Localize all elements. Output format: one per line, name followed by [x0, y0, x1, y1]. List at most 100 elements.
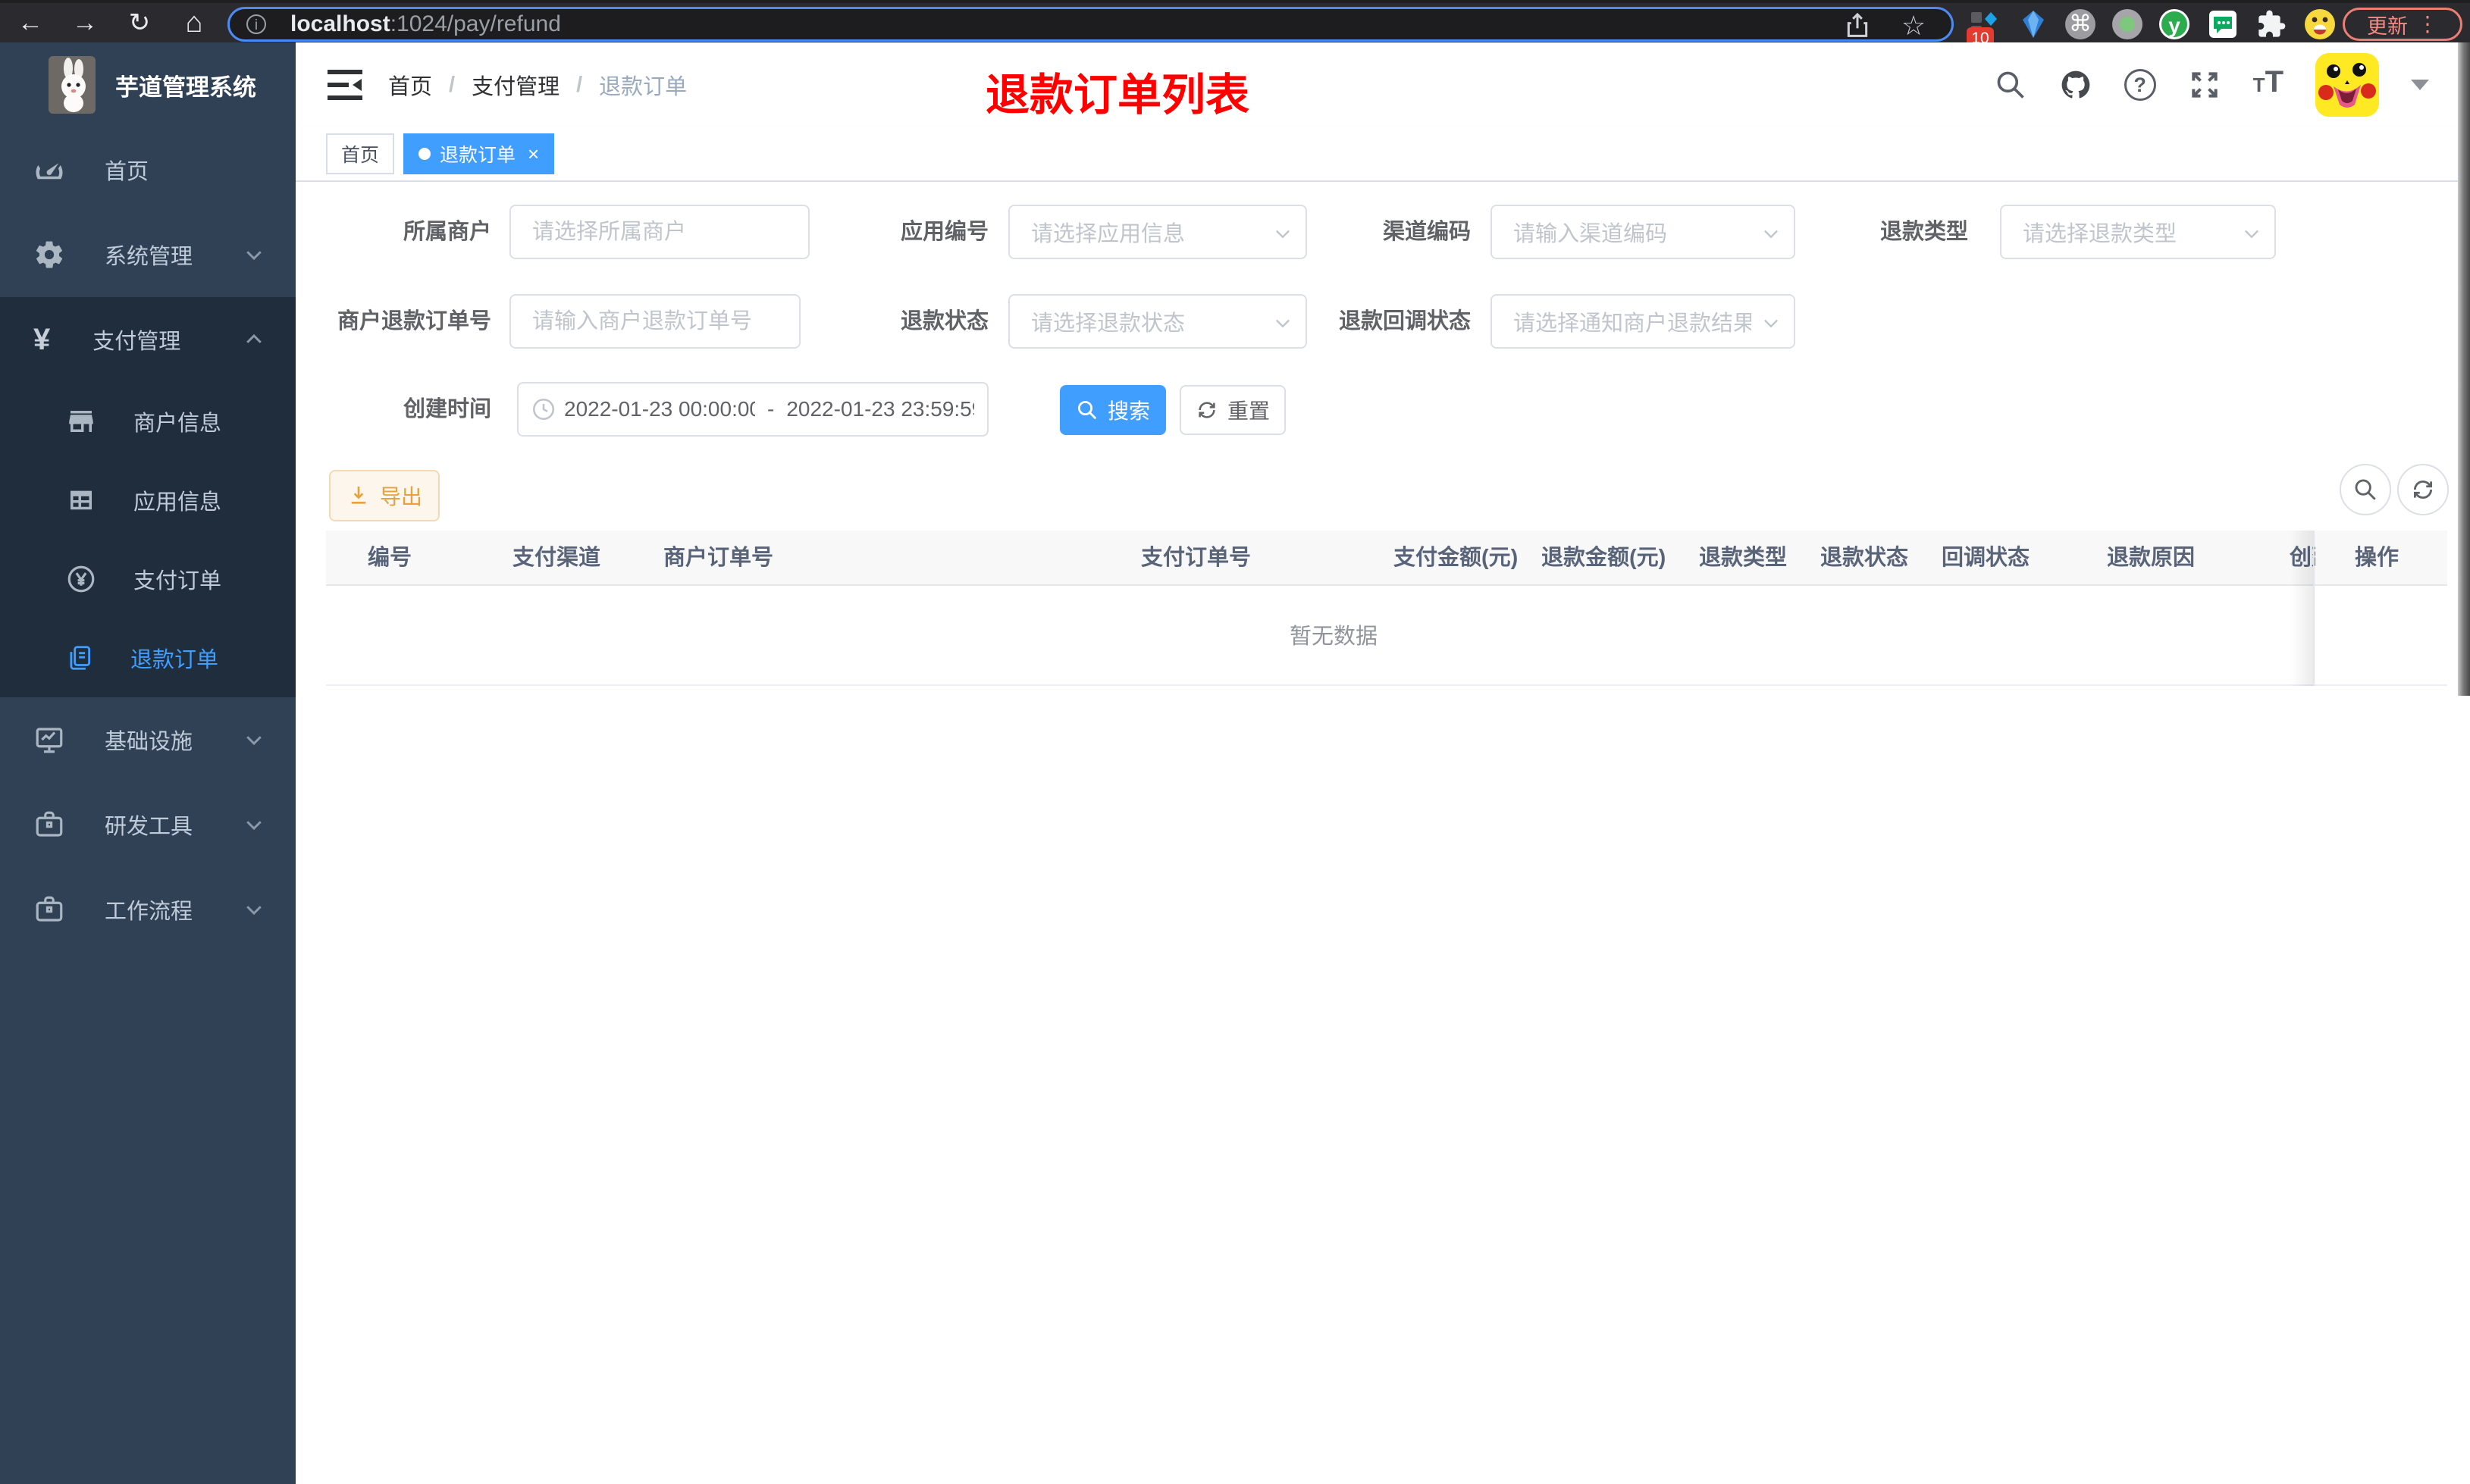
channel-select[interactable]: 请输入渠道编码: [1490, 205, 1795, 259]
profile-emoji-icon[interactable]: [2305, 9, 2335, 39]
sidebar-item-merchant-info[interactable]: 商户信息: [0, 382, 296, 461]
extension-y-icon[interactable]: y: [2159, 9, 2189, 39]
browser-home-button[interactable]: ⌂: [176, 3, 212, 45]
tag-label: 退款订单: [440, 145, 516, 166]
breadcrumb: 首页 / 支付管理 / 退款订单: [388, 42, 687, 127]
breadcrumb-current: 退款订单: [599, 75, 688, 99]
end-date-value: 2022-01-23 23:59:59: [786, 397, 975, 421]
tag-label: 首页: [341, 145, 380, 166]
select-chevron-icon: [1764, 319, 1778, 328]
chevron-down-icon: [246, 251, 262, 261]
extension-chat-icon[interactable]: [2208, 9, 2238, 39]
tag-close-icon[interactable]: ×: [528, 144, 539, 164]
filter-label-channel: 渠道编码: [1382, 220, 1471, 244]
breadcrumb-pay[interactable]: 支付管理: [472, 69, 560, 101]
filter-label-refund-status: 退款状态: [900, 309, 989, 333]
select-chevron-icon: [2245, 230, 2258, 239]
notify-status-select[interactable]: 请选择通知商户退款结果的: [1490, 294, 1795, 349]
documents-icon: [70, 646, 91, 670]
logo-rabbit-image: [49, 56, 96, 114]
help-icon[interactable]: ?: [2124, 69, 2156, 101]
fullscreen-icon[interactable]: [2188, 68, 2221, 102]
create-time-range-picker[interactable]: 2022-01-23 00:00:00 - 2022-01-23 23:59:5…: [517, 382, 989, 437]
column-header-id: 编号: [368, 546, 412, 570]
chevron-down-icon: [246, 821, 262, 831]
table-header: 编号 支付渠道 商户订单号 支付订单号 支付金额(元) 退款金额(元) 退款类型…: [326, 531, 2447, 586]
yen-icon: ¥: [33, 323, 51, 356]
column-header-actions: 操作: [2355, 546, 2399, 570]
sidebar-item-infra[interactable]: 基础设施: [0, 697, 296, 782]
sidebar-item-pay[interactable]: ¥ 支付管理: [0, 297, 296, 382]
browser-forward-button[interactable]: →: [67, 3, 103, 45]
page-title: 退款订单列表: [986, 70, 1250, 120]
extension-dot-icon[interactable]: [2112, 9, 2142, 39]
merchant-input[interactable]: [509, 205, 810, 259]
sidebar-item-label: 研发工具: [105, 815, 193, 839]
sidebar-item-dev-tools[interactable]: 研发工具: [0, 782, 296, 867]
refresh-table-button[interactable]: [2397, 464, 2449, 515]
dashboard-icon: [36, 163, 63, 180]
sidebar-item-label: 退款订单: [130, 648, 219, 672]
extension-tampermonkey-icon[interactable]: 10: [1967, 9, 2000, 50]
extensions-puzzle-icon[interactable]: [2256, 9, 2287, 39]
window-edge-scrollbar[interactable]: [2458, 42, 2470, 696]
avatar[interactable]: [2315, 53, 2379, 117]
bookmark-star-icon[interactable]: ☆: [1898, 11, 1929, 41]
sidebar-item-label: 基础设施: [105, 730, 193, 754]
search-icon[interactable]: [1994, 68, 2027, 102]
column-header-pay-amount: 支付金额(元): [1393, 546, 1519, 570]
sidebar-item-workflow[interactable]: 工作流程: [0, 867, 296, 952]
extension-command-icon[interactable]: ⌘: [2065, 9, 2095, 39]
tag-refund-order[interactable]: 退款订单 ×: [403, 133, 555, 174]
sidebar-item-home[interactable]: 首页: [0, 127, 296, 212]
share-icon[interactable]: [1842, 11, 1873, 41]
filter-label-create-time: 创建时间: [403, 397, 491, 421]
sidebar-item-system[interactable]: 系统管理: [0, 212, 296, 297]
sidebar-section-pay: ¥ 支付管理 商户信息 应用信息 支付订单 退款订单: [0, 297, 296, 697]
sidebar-logo[interactable]: 芋道管理系统: [0, 42, 296, 127]
sidebar-collapse-icon[interactable]: [328, 68, 362, 102]
refund-list-page: 所属商户 应用编号 请选择应用信息 渠道编码 请输入渠道编码 退款类型 请选择退…: [296, 182, 2470, 1484]
sidebar-item-pay-order[interactable]: 支付订单: [0, 540, 296, 618]
tag-home[interactable]: 首页: [326, 133, 395, 174]
app-select[interactable]: 请选择应用信息: [1008, 205, 1307, 259]
font-size-icon[interactable]: TT: [2253, 65, 2283, 105]
sidebar-item-label: 工作流程: [105, 900, 193, 924]
reset-button[interactable]: 重置: [1180, 385, 1286, 435]
browser-back-button[interactable]: ←: [12, 3, 49, 45]
column-header-pay-channel: 支付渠道: [512, 546, 601, 570]
refund-status-select[interactable]: 请选择退款状态: [1008, 294, 1307, 349]
column-header-refund-amount: 退款金额(元): [1541, 546, 1666, 570]
date-range-separator: -: [767, 397, 775, 421]
extension-gem-icon[interactable]: [2018, 9, 2048, 39]
browser-update-button[interactable]: 更新 ⋮: [2343, 8, 2462, 41]
site-info-icon[interactable]: i: [246, 14, 266, 34]
export-button[interactable]: 导出: [329, 470, 440, 521]
search-icon: [1077, 401, 1097, 420]
sidebar-item-app-info[interactable]: 应用信息: [0, 461, 296, 540]
browser-menu-icon[interactable]: ⋮: [2417, 14, 2438, 35]
toggle-search-button[interactable]: [2340, 464, 2391, 515]
grid-table-icon: [71, 490, 92, 510]
merchant-refund-no-input[interactable]: [509, 294, 801, 349]
sidebar-item-label: 首页: [105, 160, 149, 184]
empty-data-text: 暂无数据: [1289, 625, 1378, 649]
sidebar-item-label: 系统管理: [105, 245, 193, 269]
avatar-dropdown-caret-icon[interactable]: [2411, 80, 2429, 90]
address-bar[interactable]: i localhost:1024/pay/refund ☆: [227, 7, 1954, 42]
update-label: 更新: [2367, 14, 2408, 38]
sidebar-item-refund-order[interactable]: 退款订单: [0, 618, 296, 697]
url-text[interactable]: localhost:1024/pay/refund: [290, 9, 561, 39]
sidebar-item-label: 应用信息: [133, 490, 222, 515]
clock-icon: [532, 398, 555, 421]
column-header-refund-type: 退款类型: [1699, 546, 1788, 570]
search-button[interactable]: 搜索: [1060, 385, 1166, 435]
filter-label-notify-status: 退款回调状态: [1338, 309, 1471, 333]
github-icon[interactable]: [2059, 68, 2092, 102]
tags-view-bar: 首页 退款订单 ×: [296, 127, 2470, 182]
column-header-merchant-order-no: 商户订单号: [663, 546, 774, 570]
sidebar: 芋道管理系统 首页 系统管理 ¥ 支付管理 商户信息 应用信息 支付订单 退款订…: [0, 42, 296, 1484]
refund-type-select[interactable]: 请选择退款类型: [2000, 205, 2276, 259]
breadcrumb-home[interactable]: 首页: [388, 69, 432, 101]
browser-reload-button[interactable]: ↻: [121, 3, 158, 45]
